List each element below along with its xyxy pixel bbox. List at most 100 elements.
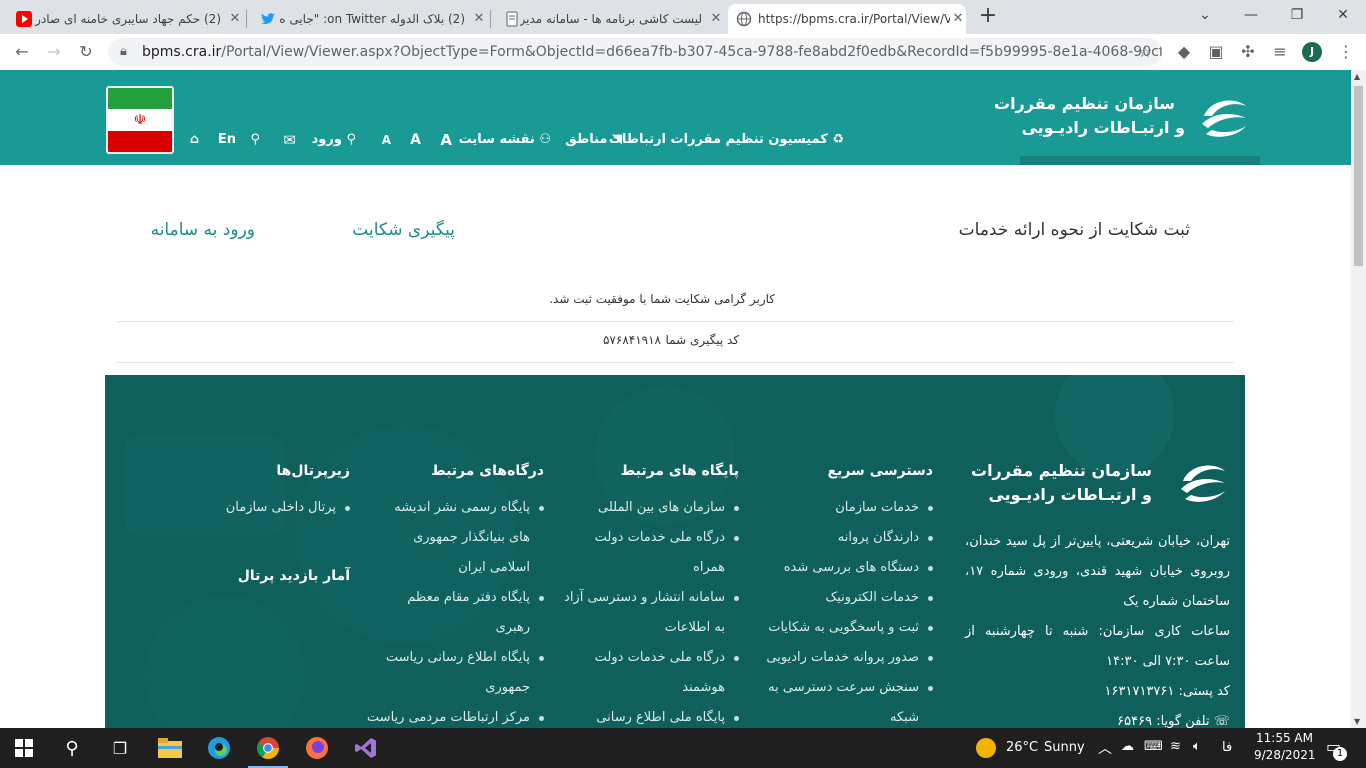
sun-weather-icon[interactable] xyxy=(976,738,996,758)
browser-tab-strip: (2) حکم جهاد سایبری خامنه ای صادر ✕ (2) … xyxy=(0,0,1366,34)
footer-link[interactable]: سامانه انتشار و دسترسی آزاد xyxy=(564,583,739,613)
footer-link[interactable]: خدمات سازمان xyxy=(766,493,933,523)
lock-icon[interactable]: 🔒︎ xyxy=(120,38,127,66)
address-bar[interactable]: 🔒︎ bpms.cra.ir/Portal/View/Viewer.aspx?O… xyxy=(108,38,1162,66)
close-window-button[interactable]: ✕ xyxy=(1320,0,1366,30)
footer-link[interactable]: مرکز ارتباطات مردمی ریاست xyxy=(367,703,544,728)
complaint-form-title[interactable]: ثبت شکایت از نحوه ارائه خدمات xyxy=(959,218,1190,242)
reload-icon[interactable]: ↻ xyxy=(76,42,96,62)
footer-link-continued[interactable]: شبکه xyxy=(766,703,933,728)
footer-link[interactable]: دستگاه های بررسی شده xyxy=(766,553,933,583)
extension-translate-icon[interactable]: ▣ xyxy=(1206,42,1226,62)
footer-link[interactable]: پرتال داخلی سازمان xyxy=(226,493,350,523)
footer-link-continued[interactable]: به اطلاعات xyxy=(564,613,739,643)
footer-link-continued[interactable]: رهبری xyxy=(367,613,544,643)
tab-twitter[interactable]: (2) بلاک الدوله on Twitter: "جایی ه ✕ xyxy=(252,4,487,34)
profile-avatar[interactable]: J xyxy=(1302,42,1322,62)
footer-link[interactable]: پایگاه رسمی نشر اندیشه xyxy=(367,493,544,523)
mail-icon[interactable]: ✉ xyxy=(283,130,296,150)
footer-link[interactable]: پایگاه دفتر مقام معظم xyxy=(367,583,544,613)
bookmark-star-icon[interactable]: ☆ xyxy=(1138,38,1152,66)
chrome-menu-icon[interactable]: ⋮ xyxy=(1336,42,1356,62)
font-size-large-button[interactable]: A xyxy=(440,130,452,150)
divider xyxy=(116,321,1234,322)
close-tab-icon[interactable]: ✕ xyxy=(950,11,966,27)
close-tab-icon[interactable]: ✕ xyxy=(708,11,724,27)
scroll-up-icon[interactable]: ▲ xyxy=(1354,72,1360,81)
font-size-small-button[interactable]: A xyxy=(382,130,391,150)
footer-link[interactable]: ثبت و پاسخگویی به شکایات xyxy=(766,613,933,643)
iran-flag-image[interactable]: ☫ xyxy=(106,86,174,154)
page-scrollbar[interactable]: ▲ ▼ xyxy=(1351,70,1366,728)
tab-bpms-active[interactable]: https://bpms.cra.ir/Portal/View/V ✕ xyxy=(728,4,966,34)
footer-link[interactable]: درگاه ملی خدمات دولت xyxy=(564,523,739,553)
site-footer: سازمان تنظیم مقررات و ارتبـاطات رادیـویی… xyxy=(105,375,1245,728)
footer-link-continued[interactable]: هوشمند xyxy=(564,673,739,703)
footer-link[interactable]: پایگاه ملی اطلاع رسانی xyxy=(564,703,739,728)
restore-button[interactable]: ❐ xyxy=(1274,0,1320,30)
forward-icon[interactable]: → xyxy=(44,42,64,62)
tab-tile-list[interactable]: لیست کاشی برنامه ها - سامانه مدیر ✕ xyxy=(496,4,724,34)
clock-date[interactable]: 9/28/2021 xyxy=(1254,748,1316,762)
chrome-icon[interactable] xyxy=(254,734,282,762)
volume-icon[interactable]: 🔈︎ xyxy=(1193,739,1201,754)
new-tab-button[interactable]: + xyxy=(978,5,998,27)
system-login-link[interactable]: ورود به سامانه xyxy=(151,218,255,242)
input-language-indicator[interactable]: فا xyxy=(1222,740,1232,755)
scrollbar-thumb[interactable] xyxy=(1354,86,1363,266)
font-size-medium-button[interactable]: A xyxy=(410,130,421,150)
weather-condition[interactable]: Sunny xyxy=(1044,740,1085,755)
footer-link[interactable]: دارندگان پروانه xyxy=(766,523,933,553)
firefox-icon[interactable] xyxy=(303,734,331,762)
footer-link[interactable]: درگاه ملی خدمات دولت xyxy=(564,643,739,673)
windows-start-icon[interactable] xyxy=(10,734,38,762)
english-language-link[interactable]: En xyxy=(218,130,236,150)
close-tab-icon[interactable]: ✕ xyxy=(227,11,243,27)
footer-link[interactable]: خدمات الکترونیک xyxy=(766,583,933,613)
extensions-puzzle-icon[interactable]: ✣ xyxy=(1238,42,1258,62)
related-sites-title: پایگاه های مرتبط xyxy=(620,463,739,479)
weather-temperature[interactable]: 26°C xyxy=(1006,740,1038,755)
edge-icon[interactable] xyxy=(205,734,233,762)
footer-link[interactable]: صدور پروانه خدمات رادیویی xyxy=(766,643,933,673)
tab-search-icon[interactable]: ⌄ xyxy=(1182,0,1228,30)
close-tab-icon[interactable]: ✕ xyxy=(471,11,487,27)
footer-link-continued[interactable]: جمهوری xyxy=(367,673,544,703)
media-control-icon[interactable]: ≡ xyxy=(1270,42,1290,62)
footer-hours: ساعات کاری سازمان: شنبه تا چهارشنبه از س… xyxy=(965,624,1230,669)
wifi-icon[interactable]: ≋ xyxy=(1170,739,1181,754)
extension-cube-icon[interactable]: ◆ xyxy=(1174,42,1194,62)
footer-link[interactable]: پایگاه اطلاع رسانی ریاست xyxy=(367,643,544,673)
visual-studio-icon[interactable] xyxy=(352,734,380,762)
minimize-button[interactable]: — xyxy=(1228,0,1274,30)
footer-link[interactable]: سنجش سرعت دسترسی به xyxy=(766,673,933,703)
back-icon[interactable]: ← xyxy=(12,42,32,62)
cloud-icon[interactable]: ☁ xyxy=(1121,739,1134,754)
clock-time[interactable]: 11:55 AM xyxy=(1256,731,1313,745)
org-name-line1: سازمان تنظیم مقررات xyxy=(993,94,1175,113)
footer-link[interactable]: سازمان های بین المللی xyxy=(564,493,739,523)
nav-login[interactable]: ⚲ ورود xyxy=(312,130,356,150)
footer-link-continued[interactable]: اسلامی ایران xyxy=(367,553,544,583)
nav-regions[interactable]: ◥ مناطق xyxy=(565,130,622,150)
nav-commission[interactable]: ♻ کمیسیون تنظیم مقررات ارتباطات xyxy=(609,130,844,150)
search-icon[interactable]: ⚲ xyxy=(250,130,260,150)
footer-link-continued[interactable]: همراه xyxy=(564,553,739,583)
chevron-up-icon[interactable]: ︿ xyxy=(1098,738,1112,758)
footer-link-continued[interactable]: های بنیانگذار جمهوری xyxy=(367,523,544,553)
file-explorer-icon[interactable] xyxy=(156,734,184,762)
track-complaint-link[interactable]: پیگیری شکایت xyxy=(352,218,455,242)
cra-logo-icon[interactable] xyxy=(1196,90,1252,146)
footer-postal-code: کد پستی: ۱۶۳۱۷۱۳۷۶۱ xyxy=(1104,684,1230,699)
home-icon[interactable]: ⌂ xyxy=(190,130,199,150)
footer-address: تهران، خیابان شریعتی، پایین‌تر از پل سید… xyxy=(965,534,1230,609)
search-icon[interactable]: ⚲ xyxy=(58,734,86,762)
task-view-icon[interactable]: ❐ xyxy=(106,734,134,762)
subportals-title: زیرپرتال‌ها xyxy=(276,463,350,479)
nav-sitemap[interactable]: ⚇ نقشه سایت xyxy=(459,130,551,150)
keyboard-icon[interactable]: ⌨ xyxy=(1144,739,1163,754)
map-icon: ◥ xyxy=(612,132,622,147)
scroll-down-icon[interactable]: ▼ xyxy=(1354,717,1360,726)
visit-stats-title: آمار بازدید پرتال xyxy=(237,568,350,584)
tab-youtube[interactable]: (2) حکم جهاد سایبری خامنه ای صادر ✕ xyxy=(8,4,243,34)
